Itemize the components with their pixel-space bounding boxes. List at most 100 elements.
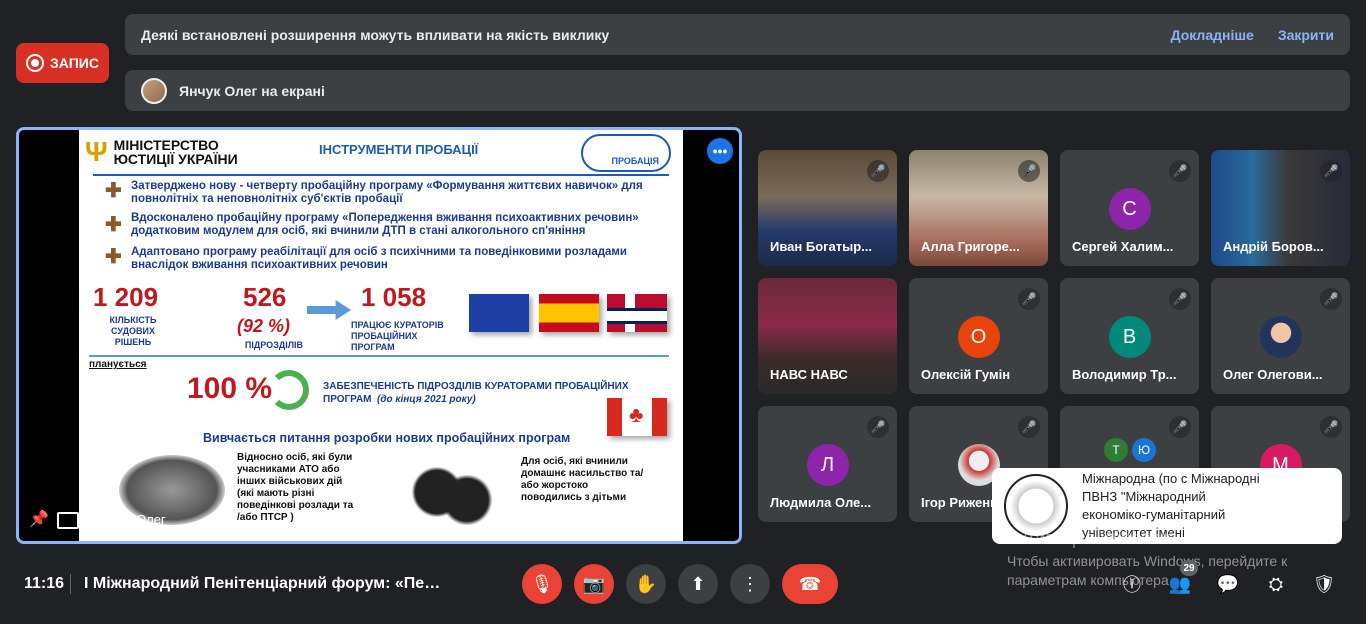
host-controls-icon[interactable]: 🛡 xyxy=(1312,572,1336,596)
participant-tile[interactable]: 🎤 Алла Григоре... xyxy=(909,150,1048,266)
chat-icon[interactable]: 💬 xyxy=(1216,572,1240,596)
notification-line: Міжнародна (по с Міжнародні xyxy=(1082,471,1260,486)
mic-off-icon: 🎤 xyxy=(1169,416,1191,438)
participant-avatar: С xyxy=(1108,188,1151,230)
participant-tile[interactable]: 🎤 Андрій Боров... xyxy=(1211,150,1350,266)
close-banner-button[interactable]: Закрити xyxy=(1278,27,1334,43)
participant-tile[interactable]: 🎤 В Володимир Тр... xyxy=(1060,278,1199,394)
participant-name: НАВС НАВС xyxy=(770,367,848,382)
stat-curators: 1 058 xyxy=(361,282,427,312)
participant-name: Андрій Боров... xyxy=(1223,239,1324,254)
slide-divider xyxy=(93,174,669,176)
more-options-button[interactable]: ••• xyxy=(707,138,733,164)
participant-tile[interactable]: 🎤 О Олексій Гумін xyxy=(909,278,1048,394)
mic-off-icon: 🎤 xyxy=(1169,160,1191,182)
arrow-icon xyxy=(307,300,351,320)
study-text: Вивчається питання розробки нових пробац… xyxy=(203,431,571,445)
presenter-name: Янчук Олег xyxy=(97,512,166,527)
participant-tile[interactable]: 🎤 Иван Богатыр... xyxy=(758,150,897,266)
participant-name: Сергей Халим... xyxy=(1072,239,1174,254)
presenting-text: Янчук Олег на екрані xyxy=(179,82,325,99)
leave-call-button[interactable]: ☎ xyxy=(782,564,838,604)
spain-flag-icon xyxy=(539,294,599,332)
participant-name: Олег Олегови... xyxy=(1223,367,1323,382)
camera-toggle-button[interactable]: 📷 xyxy=(574,564,614,604)
extension-warning-text: Деякі встановлені розширення можуть впли… xyxy=(141,26,610,43)
extension-warning-banner: Деякі встановлені розширення можуть впли… xyxy=(125,14,1350,55)
participant-avatar: О xyxy=(957,316,1000,358)
circular-arrow-icon xyxy=(269,370,309,410)
mic-off-icon: 🎤 xyxy=(1320,416,1342,438)
learn-more-link[interactable]: Докладніше xyxy=(1171,27,1254,43)
participants-count-badge: 29 xyxy=(1180,560,1198,576)
participant-name: Алла Григоре... xyxy=(921,239,1020,254)
stat-units-percent: (92 %) xyxy=(237,316,291,336)
mic-off-icon: 🎙 xyxy=(530,573,554,594)
notification-line: ПВНЗ "Міжнародний xyxy=(1082,489,1206,504)
slide-title: ІНСТРУМЕНТИ ПРОБАЦІЇ xyxy=(319,142,479,157)
participant-name: Володимир Тр... xyxy=(1072,367,1177,382)
eu-flag-icon xyxy=(469,294,529,332)
recording-indicator[interactable]: ЗАПИС xyxy=(16,43,109,83)
bottom-bar: 11:16 І Міжнародний Пенітенціарний форум… xyxy=(0,560,1366,624)
coverage-note: (до кінця 2021 року) xyxy=(377,394,476,405)
ministry-line-1: МІНІСТЕРСТВО xyxy=(113,137,219,153)
planned-label: планується xyxy=(89,359,147,370)
norway-flag-icon xyxy=(607,294,667,332)
presentation-slide: Ψ МІНІСТЕРСТВО ЮСТИЦІЇ УКРАЇНИ ІНСТРУМЕН… xyxy=(79,130,683,541)
present-button[interactable]: ⬆ xyxy=(678,564,718,604)
violence-illustration xyxy=(397,452,497,532)
pin-icon[interactable]: 📌 xyxy=(29,509,49,529)
stat-court-decisions: 1 209 xyxy=(93,282,159,312)
activities-icon[interactable]: ⛭ xyxy=(1264,572,1288,596)
present-icon: ⬆ xyxy=(690,573,706,594)
mic-toggle-button[interactable]: 🎙 xyxy=(522,564,562,604)
probation-logo: ПРОБАЦІЯ xyxy=(581,134,671,172)
participant-avatar xyxy=(1259,316,1302,358)
participant-tile[interactable]: 🎤 Олег Олегови... xyxy=(1211,278,1350,394)
bullet-icon: ✚ xyxy=(105,246,122,268)
mic-off-icon: 🎤 xyxy=(867,416,889,438)
slide-point-3: Адаптовано програму реабілітації для осі… xyxy=(131,246,627,271)
stat-curators-label: ПРАЦЮЄ КУРАТОРІВ ПРОБАЦІЙНИХ ПРОГРАМ xyxy=(351,320,444,352)
bullet-icon: ✚ xyxy=(105,180,122,202)
record-icon xyxy=(26,54,45,72)
meeting-time: 11:16 xyxy=(24,575,65,592)
info-icon[interactable]: ⓘ xyxy=(1120,572,1144,596)
participant-avatar: В xyxy=(1108,316,1151,358)
mic-off-icon: 🎤 xyxy=(1018,416,1040,438)
phone-hangup-icon: ☎ xyxy=(798,573,822,594)
recording-label: ЗАПИС xyxy=(50,55,99,71)
participant-name: Олексій Гумін xyxy=(921,367,1011,382)
presentation-tile[interactable]: Ψ МІНІСТЕРСТВО ЮСТИЦІЇ УКРАЇНИ ІНСТРУМЕН… xyxy=(16,127,742,544)
coverage-percent: 100 % xyxy=(187,372,273,405)
mic-off-icon: 🎤 xyxy=(867,160,889,182)
group2-text: Для осіб, які вчинили домашнє насильство… xyxy=(521,456,644,503)
separator xyxy=(70,574,71,594)
mic-off-icon: 🎤 xyxy=(1320,288,1342,310)
presenter-avatar xyxy=(141,77,167,104)
presenting-banner: Янчук Олег на екрані xyxy=(125,70,1350,111)
ministry-logo: Ψ МІНІСТЕРСТВО ЮСТИЦІЇ УКРАЇНИ xyxy=(85,136,238,168)
participant-avatar: Ю xyxy=(1132,438,1156,462)
participant-tile[interactable]: НАВС НАВС xyxy=(758,278,897,394)
trident-icon: Ψ xyxy=(85,136,108,167)
stat-units-label: ПІДРОЗДІЛІВ xyxy=(244,340,304,350)
participant-tile[interactable]: 🎤 С Сергей Халим... xyxy=(1060,150,1199,266)
participant-tile[interactable]: 🎤 Л Людмила Оле... xyxy=(758,406,897,522)
presenting-icon xyxy=(57,512,79,529)
participant-name: Людмила Оле... xyxy=(770,495,872,510)
more-options-button[interactable]: ⋮ xyxy=(730,564,770,604)
mic-off-icon: 🎤 xyxy=(1018,288,1040,310)
raise-hand-button[interactable]: ✋ xyxy=(626,564,666,604)
group1-text: Відносно осіб, які були учасниками АТО а… xyxy=(237,452,354,523)
meeting-title: І Міжнародний Пенітенціарний форум: «Пен… xyxy=(84,575,444,592)
mic-off-icon: 🎤 xyxy=(1169,288,1191,310)
canada-flag-icon xyxy=(607,398,667,436)
participant-avatar: Т xyxy=(1104,438,1128,462)
hand-icon: ✋ xyxy=(634,573,658,594)
notification-line: економіко-гуманітарний xyxy=(1082,507,1226,522)
participant-avatar: Л xyxy=(806,444,849,486)
ministry-line-2: ЮСТИЦІЇ УКРАЇНИ xyxy=(113,151,238,167)
bullet-icon: ✚ xyxy=(105,214,122,236)
